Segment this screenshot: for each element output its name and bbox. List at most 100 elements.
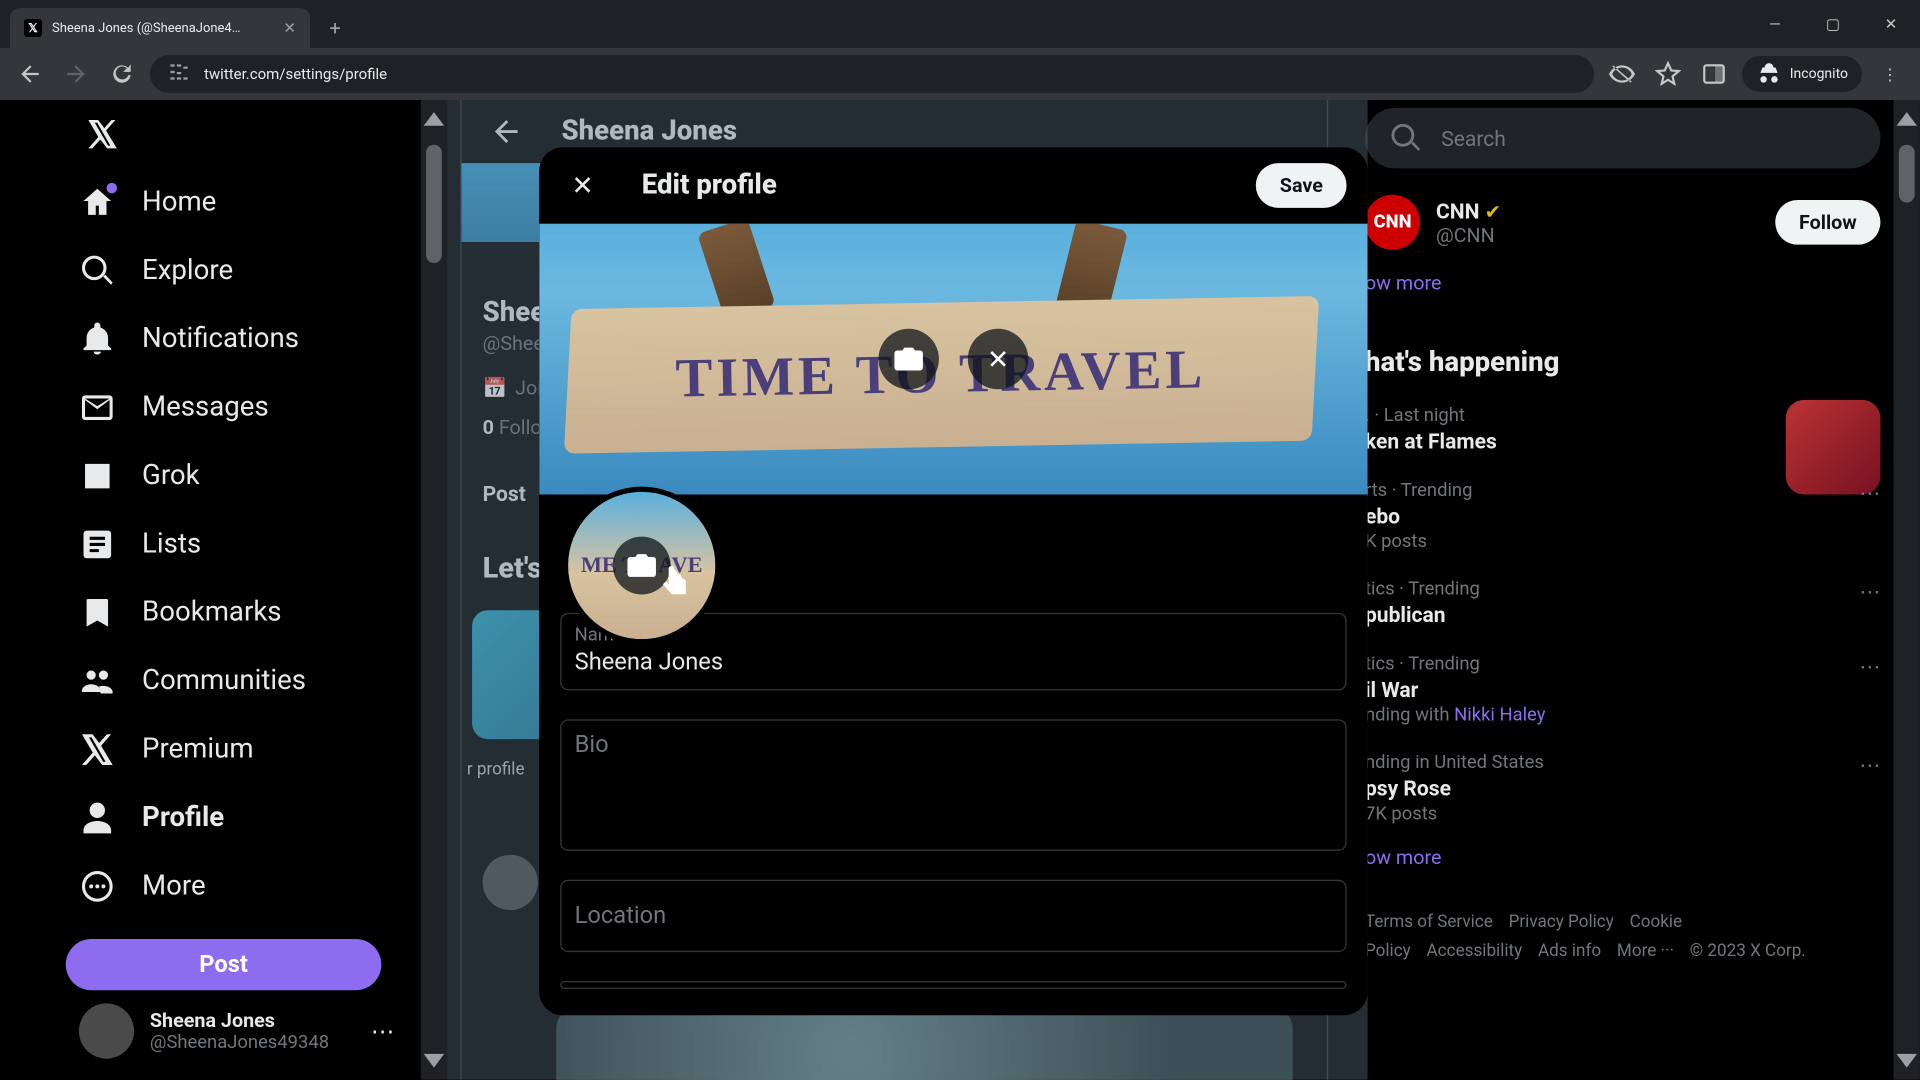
- x-icon: [79, 731, 116, 768]
- incognito-eye-icon[interactable]: [1604, 56, 1640, 92]
- bookmark-star-icon[interactable]: [1650, 56, 1686, 92]
- trend-more-icon[interactable]: ⋯: [1859, 480, 1880, 505]
- nav-explore[interactable]: Explore: [66, 237, 408, 305]
- browser-menu-icon[interactable]: ⋮: [1872, 56, 1908, 92]
- nav-profile[interactable]: Profile: [66, 784, 408, 852]
- footer-link[interactable]: Privacy Policy: [1509, 913, 1614, 933]
- account-name: CNN: [1436, 198, 1479, 223]
- nav-label: Communities: [142, 666, 306, 698]
- footer-link[interactable]: More ···: [1617, 942, 1674, 962]
- avatar: [79, 1003, 134, 1058]
- nav-label: More: [142, 871, 206, 903]
- location-label: Location: [575, 902, 1332, 930]
- nav-notifications[interactable]: Notifications: [66, 305, 408, 373]
- footer-link[interactable]: Accessibility: [1427, 942, 1523, 962]
- browser-tab[interactable]: 𝕏 Sheena Jones (@SheenaJone4… ✕: [10, 8, 310, 48]
- forward-button[interactable]: [58, 56, 94, 92]
- nav-label: Bookmarks: [142, 597, 282, 629]
- trend-more-icon[interactable]: ⋯: [1859, 579, 1880, 604]
- panel-title: hat's happening: [1365, 334, 1880, 392]
- trend-item[interactable]: nding in United Statespsy Rose7K posts⋯: [1365, 739, 1880, 838]
- people-icon: [79, 663, 116, 700]
- browser-toolbar: twitter.com/settings/profile Incognito ⋮: [0, 48, 1920, 100]
- url-text: twitter.com/settings/profile: [204, 65, 387, 83]
- follow-suggestion[interactable]: CNN CNN ✔ @CNN Follow: [1365, 189, 1880, 263]
- nav-label: Notifications: [142, 324, 299, 356]
- add-banner-photo-button[interactable]: [878, 329, 938, 389]
- bookmark-icon: [79, 595, 116, 632]
- follow-button[interactable]: Follow: [1775, 200, 1880, 245]
- trend-more-icon[interactable]: ⋯: [1859, 654, 1880, 679]
- viewport: HomeExplore Notifications Messages Grok List…: [0, 100, 1920, 1080]
- copyright: © 2023 X Corp.: [1690, 942, 1806, 962]
- incognito-chip[interactable]: Incognito: [1742, 56, 1862, 92]
- back-button[interactable]: [12, 56, 48, 92]
- save-button[interactable]: Save: [1256, 163, 1346, 208]
- scrollbar[interactable]: [421, 100, 447, 1080]
- primary-nav: HomeExplore Notifications Messages Grok List…: [0, 100, 434, 1080]
- person-icon: [79, 800, 116, 837]
- trend-item[interactable]: tics · Trendingpublican⋯: [1365, 566, 1880, 641]
- next-field-partial[interactable]: [560, 981, 1346, 989]
- show-more-trends-link[interactable]: ow more: [1365, 838, 1880, 888]
- add-avatar-photo-button[interactable]: [613, 537, 671, 595]
- more-icon: ⋯: [371, 1017, 395, 1045]
- nav-label: Messages: [142, 392, 269, 424]
- show-more-link[interactable]: ow more: [1365, 263, 1880, 313]
- footer-link[interactable]: Terms of Service: [1365, 913, 1493, 933]
- more-icon: [79, 868, 116, 905]
- list-icon: [79, 526, 116, 563]
- cnn-avatar: CNN: [1365, 195, 1420, 250]
- nav-label: Profile: [142, 802, 224, 834]
- trend-more-icon[interactable]: ⋯: [1859, 752, 1880, 777]
- home-icon: [79, 184, 116, 221]
- account-handle: @CNN: [1436, 223, 1501, 247]
- mail-icon: [79, 390, 116, 427]
- x-logo[interactable]: [66, 108, 140, 161]
- address-bar[interactable]: twitter.com/settings/profile: [150, 55, 1594, 93]
- nav-grok[interactable]: Grok: [66, 442, 408, 510]
- verified-badge-icon: ✔: [1485, 199, 1502, 223]
- nav-premium[interactable]: Premium: [66, 716, 408, 784]
- site-settings-icon[interactable]: [166, 59, 192, 89]
- nav-messages[interactable]: Messages: [66, 374, 408, 442]
- tab-close-icon[interactable]: ✕: [283, 19, 296, 37]
- nav-lists[interactable]: Lists: [66, 511, 408, 579]
- new-tab-button[interactable]: +: [320, 13, 350, 43]
- window-controls: ― ▢ ✕: [1746, 0, 1920, 48]
- reload-button[interactable]: [104, 56, 140, 92]
- minimize-button[interactable]: ―: [1746, 0, 1804, 48]
- search-icon: [79, 253, 116, 290]
- compose-post-button[interactable]: Post: [66, 939, 382, 990]
- nav-label: Grok: [142, 461, 200, 493]
- x-favicon: 𝕏: [24, 19, 42, 37]
- nav-bookmarks[interactable]: Bookmarks: [66, 579, 408, 647]
- close-window-button[interactable]: ✕: [1862, 0, 1920, 48]
- account-switcher[interactable]: Sheena Jones @SheenaJones49348 ⋯: [66, 990, 408, 1072]
- modal-header: ✕ Edit profile Save: [539, 147, 1367, 223]
- bio-label: Bio: [575, 731, 609, 759]
- name-input[interactable]: [575, 646, 1332, 676]
- remove-banner-button[interactable]: ✕: [968, 329, 1028, 389]
- camera-icon: [892, 342, 926, 376]
- side-panel-icon[interactable]: [1696, 56, 1732, 92]
- browser-window: 𝕏 Sheena Jones (@SheenaJone4… ✕ + ― ▢ ✕ …: [0, 0, 1920, 1080]
- footer-link[interactable]: Ads info: [1538, 942, 1601, 962]
- sidebar-right: Search CNN CNN ✔ @CNN Follow ow more: [1328, 100, 1920, 1080]
- me-handle: @SheenaJones49348: [150, 1032, 355, 1053]
- scrollbar[interactable]: [1894, 100, 1920, 1080]
- nav-home[interactable]: Home: [66, 169, 408, 237]
- tab-title: Sheena Jones (@SheenaJone4…: [52, 21, 273, 36]
- maximize-button[interactable]: ▢: [1804, 0, 1862, 48]
- close-modal-button[interactable]: ✕: [560, 163, 605, 208]
- trend-item[interactable]: . · Last nightken at Flames: [1365, 392, 1880, 467]
- trend-item[interactable]: rts · TrendingeboK posts⋯: [1365, 467, 1880, 566]
- who-to-follow: CNN CNN ✔ @CNN Follow ow more: [1365, 189, 1880, 313]
- nav-more[interactable]: More: [66, 852, 408, 920]
- trend-item[interactable]: tics · Trendingil Warnding with Nikki Ha…: [1365, 640, 1880, 739]
- bio-field[interactable]: Bio: [560, 719, 1346, 851]
- nav-communities[interactable]: Communities: [66, 647, 408, 715]
- location-field[interactable]: Location: [560, 880, 1346, 952]
- search-input[interactable]: Search: [1365, 108, 1880, 168]
- edit-profile-modal: ✕ Edit profile Save TIME TO TRAVEL: [539, 147, 1367, 1015]
